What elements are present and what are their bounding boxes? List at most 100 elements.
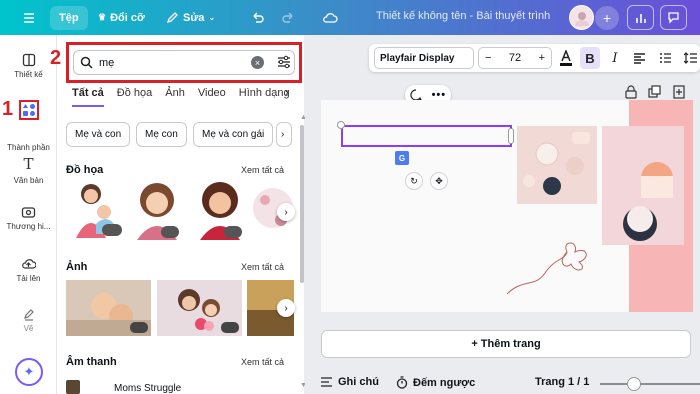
graphics-section-title: Đồ họa	[66, 164, 104, 176]
cloud-save-status[interactable]	[322, 0, 338, 35]
audio-track-title[interactable]: Moms Struggle	[114, 383, 181, 394]
cosmetics-photo[interactable]	[517, 126, 597, 204]
undo-button[interactable]	[250, 0, 264, 35]
align-button[interactable]	[630, 47, 648, 69]
zoom-slider-track[interactable]	[600, 383, 700, 385]
redo-button[interactable]	[282, 0, 296, 35]
annotation-number-1: 1	[2, 98, 14, 120]
photos-section-title: Ảnh	[66, 261, 88, 273]
suggestion-chip[interactable]: Mẹ và con	[66, 122, 131, 147]
rail-item-design[interactable]: Thiết kế	[0, 53, 57, 79]
result-tabs: Tất cả Đồ họa Ảnh Video Hình dạng	[72, 87, 290, 107]
rail-item-elements[interactable]: Thành phần	[0, 122, 57, 152]
list-icon	[659, 53, 671, 63]
audio-track-thumb[interactable]	[66, 380, 80, 394]
side-handle[interactable]	[508, 128, 514, 144]
magic-assistant-button[interactable]: ✦	[15, 358, 43, 386]
audio-section-title: Âm thanh	[66, 356, 117, 368]
graphics-next-button[interactable]: ›	[277, 203, 295, 221]
photos-next-button[interactable]: ›	[277, 299, 295, 317]
undo-icon	[253, 12, 264, 23]
increase-size-button[interactable]: +	[539, 52, 545, 64]
edit-mode-button[interactable]: Sửa ⌄	[166, 0, 215, 35]
suggestion-chip[interactable]: Mẹ và con gái	[193, 122, 274, 147]
lock-icon[interactable]	[624, 85, 638, 99]
file-menu-button[interactable]: Tệp	[50, 0, 88, 35]
rotate-button[interactable]: ↻	[405, 172, 423, 190]
rail-item-text[interactable]: T Văn bản	[0, 155, 57, 185]
rail-item-draw[interactable]: Vẽ	[0, 307, 57, 333]
graphic-mom-baby-thumb[interactable]	[66, 178, 126, 240]
photo-mother-daughter-thumb[interactable]	[157, 280, 242, 336]
selected-text-box[interactable]	[341, 125, 512, 147]
graphic-woman-smiling-thumb[interactable]	[133, 180, 181, 240]
notes-icon	[321, 376, 332, 387]
elements-icon-highlight[interactable]	[19, 100, 39, 120]
menu-button[interactable]	[22, 0, 36, 35]
chips-next-button[interactable]: ›	[276, 122, 292, 147]
text-color-icon	[560, 50, 572, 66]
comment-icon	[668, 12, 679, 24]
edit-mode-label: Sửa	[183, 11, 205, 24]
italic-button[interactable]: I	[606, 47, 624, 69]
chevron-right-icon: ›	[285, 87, 289, 99]
clear-search-button[interactable]: ×	[251, 56, 264, 69]
resize-button[interactable]: ♛ Đổi cỡ	[98, 0, 145, 35]
avatar[interactable]	[569, 5, 594, 30]
comments-button[interactable]	[660, 5, 687, 30]
jar-photo[interactable]	[602, 126, 684, 245]
add-collaborator-button[interactable]: +	[595, 6, 619, 30]
top-bar: Tệp ♛ Đổi cỡ Sửa ⌄ Thiết kế không tên - …	[0, 0, 700, 35]
text-color-button[interactable]	[557, 47, 575, 69]
butterfly-line-drawing[interactable]	[505, 238, 593, 296]
add-page-button[interactable]: + Thêm trang	[321, 330, 691, 358]
search-icon	[80, 56, 93, 69]
analytics-button[interactable]	[627, 5, 654, 30]
font-size-value[interactable]: 72	[509, 52, 521, 64]
chevron-right-icon: ›	[284, 206, 288, 218]
notes-label: Ghi chú	[338, 376, 379, 388]
brand-icon	[21, 207, 36, 218]
tab-photos[interactable]: Ảnh	[165, 87, 185, 107]
filter-button[interactable]	[276, 54, 292, 73]
zoom-slider-thumb[interactable]	[627, 377, 641, 391]
timer-button[interactable]: Đếm ngược	[396, 376, 475, 389]
chevron-down-icon: ⌄	[208, 13, 216, 22]
photo-father-baby-thumb[interactable]	[66, 280, 151, 336]
list-button[interactable]	[656, 47, 674, 69]
graphics-see-all-link[interactable]: Xem tất cả	[241, 165, 284, 175]
rail-item-brand[interactable]: Thương hi...	[0, 205, 57, 231]
bold-button[interactable]: B	[580, 47, 600, 69]
line-spacing-icon	[683, 52, 697, 64]
notes-button[interactable]: Ghi chú	[320, 376, 379, 388]
page-counter[interactable]: Trang 1 / 1	[535, 376, 589, 388]
add-page-icon[interactable]	[672, 85, 686, 99]
resize-handle[interactable]	[337, 121, 345, 129]
sparkle-icon: ✦	[23, 364, 35, 379]
spacing-button[interactable]	[681, 47, 699, 69]
audio-see-all-link[interactable]: Xem tất cả	[241, 357, 284, 367]
photos-see-all-link[interactable]: Xem tất cả	[241, 262, 284, 272]
font-size-stepper[interactable]: − 72 +	[478, 47, 552, 69]
graphic-woman-portrait-thumb[interactable]	[196, 180, 244, 240]
tabs-scroll-right[interactable]: ›	[285, 87, 289, 99]
tab-all[interactable]: Tất cả	[72, 87, 104, 107]
rail-label-uploads: Tải lên	[16, 274, 41, 283]
rotate-icon: ↻	[410, 175, 418, 186]
tab-graphics[interactable]: Đồ họa	[117, 87, 152, 107]
translate-icon[interactable]: G	[395, 151, 409, 165]
rail-label-elements: Thành phần	[7, 143, 50, 152]
tab-shapes[interactable]: Hình dạng	[239, 87, 290, 107]
suggestion-chip[interactable]: Mẹ con	[136, 122, 187, 147]
decrease-size-button[interactable]: −	[485, 52, 491, 64]
move-button[interactable]: ✥	[430, 172, 448, 190]
rail-item-uploads[interactable]: Tải lên	[0, 257, 57, 283]
panel-scrollbar[interactable]	[300, 125, 304, 283]
document-title[interactable]: Thiết kế không tên - Bài thuyết trình	[376, 10, 550, 22]
pencil-icon	[166, 12, 178, 24]
cloud-icon	[323, 12, 338, 23]
tab-videos[interactable]: Video	[198, 87, 226, 107]
font-family-select[interactable]: Playfair Display	[374, 47, 474, 69]
duplicate-page-icon[interactable]	[648, 85, 662, 99]
file-menu-label: Tệp	[50, 5, 88, 30]
